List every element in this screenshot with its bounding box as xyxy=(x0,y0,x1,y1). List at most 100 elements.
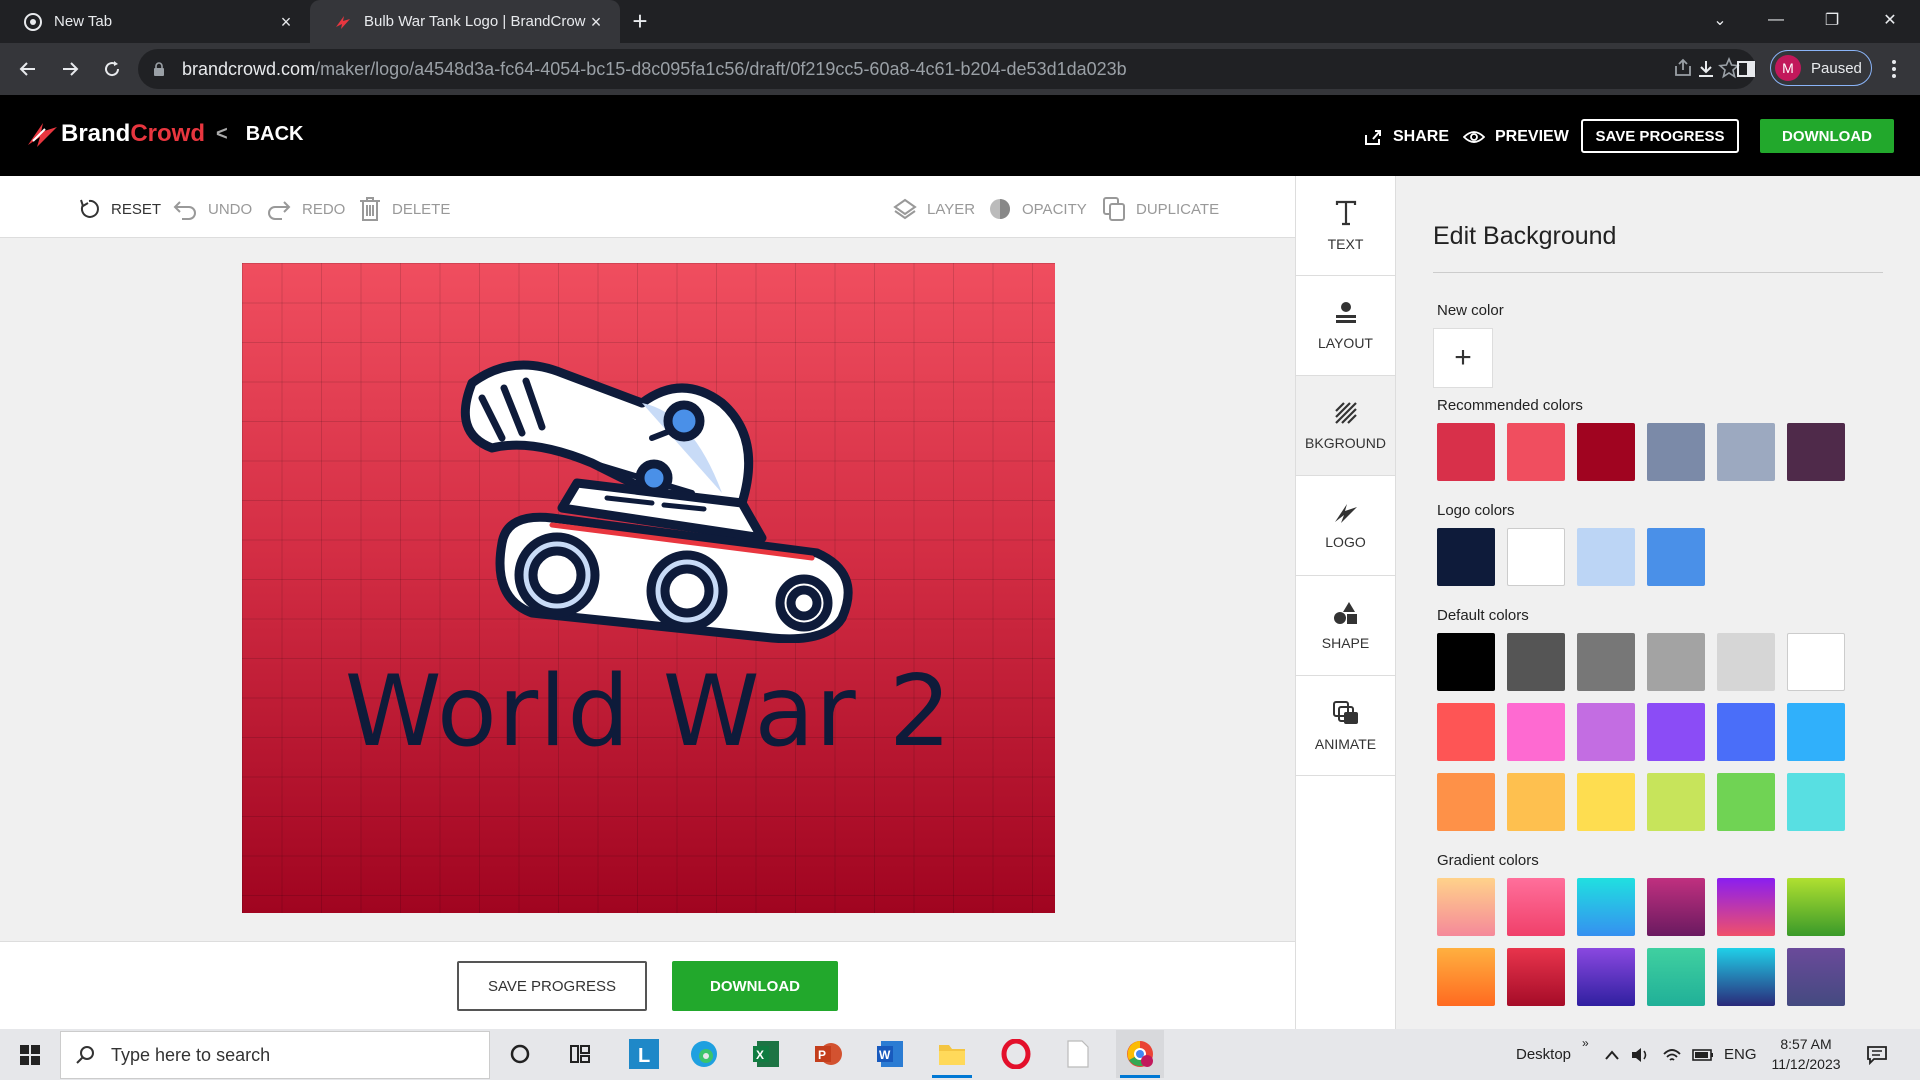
color-swatch[interactable] xyxy=(1647,633,1705,691)
excel-icon[interactable]: X xyxy=(742,1030,790,1078)
new-tab-button[interactable]: + xyxy=(620,0,660,43)
gradient-swatch[interactable] xyxy=(1507,878,1565,936)
back-nav-button[interactable] xyxy=(8,49,48,89)
restore-button[interactable]: ❐ xyxy=(1804,0,1860,40)
color-swatch[interactable] xyxy=(1507,703,1565,761)
cortana-icon[interactable] xyxy=(496,1030,544,1078)
language-indicator[interactable]: ENG xyxy=(1724,1029,1757,1080)
save-progress-bottom-button[interactable]: SAVE PROGRESS xyxy=(457,961,647,1011)
menu-kebab-icon[interactable] xyxy=(1880,55,1908,83)
gradient-swatch[interactable] xyxy=(1787,878,1845,936)
color-swatch[interactable] xyxy=(1787,423,1845,481)
color-swatch[interactable] xyxy=(1647,528,1705,586)
bulb-tank-logo-icon[interactable] xyxy=(442,343,862,643)
color-swatch[interactable] xyxy=(1437,773,1495,831)
gradient-swatch[interactable] xyxy=(1717,878,1775,936)
l-app-icon[interactable]: L xyxy=(620,1030,668,1078)
toolbar-expand-icon[interactable]: » xyxy=(1582,1017,1589,1068)
gradient-swatch[interactable] xyxy=(1647,878,1705,936)
color-swatch[interactable] xyxy=(1437,423,1495,481)
rail-item-shape[interactable]: SHAPE xyxy=(1296,576,1395,676)
gradient-swatch[interactable] xyxy=(1437,948,1495,1006)
undo-button[interactable]: UNDO xyxy=(172,194,252,224)
forward-nav-button[interactable] xyxy=(50,49,90,89)
logo-text[interactable]: World War 2 xyxy=(242,655,1055,769)
gradient-swatch[interactable] xyxy=(1577,878,1635,936)
color-swatch[interactable] xyxy=(1577,528,1635,586)
tab-search-icon[interactable]: ⌄ xyxy=(1692,0,1748,40)
start-button[interactable] xyxy=(0,1029,60,1080)
notifications-icon[interactable] xyxy=(1866,1029,1888,1080)
volume-icon[interactable] xyxy=(1630,1029,1650,1080)
rail-item-background[interactable]: BKGROUND xyxy=(1296,376,1395,476)
gradient-swatch[interactable] xyxy=(1437,878,1495,936)
color-swatch[interactable] xyxy=(1717,773,1775,831)
reset-button[interactable]: RESET xyxy=(77,194,161,224)
color-swatch[interactable] xyxy=(1717,423,1775,481)
save-progress-button[interactable]: SAVE PROGRESS xyxy=(1581,119,1739,153)
powerpoint-icon[interactable]: P xyxy=(804,1030,852,1078)
back-button[interactable]: < BACK xyxy=(216,123,303,146)
minimize-button[interactable]: — xyxy=(1748,0,1804,40)
brandcrowd-logo[interactable]: BrandCrowd xyxy=(25,119,205,149)
delete-button[interactable]: DELETE xyxy=(358,194,450,224)
opera-icon[interactable] xyxy=(992,1030,1040,1078)
color-swatch[interactable] xyxy=(1577,423,1635,481)
download-icon[interactable] xyxy=(1692,55,1720,83)
tab-brandcrowd[interactable]: Bulb War Tank Logo | BrandCrow × xyxy=(310,0,620,43)
rail-item-layout[interactable]: LAYOUT xyxy=(1296,276,1395,376)
taskbar-search[interactable]: Type here to search xyxy=(60,1031,490,1079)
preview-button[interactable]: PREVIEW xyxy=(1463,120,1569,154)
logo-artboard[interactable]: World War 2 xyxy=(242,263,1055,913)
layer-button[interactable]: LAYER xyxy=(893,194,975,224)
address-bar[interactable]: brandcrowd.com/maker/logo/a4548d3a-fc64-… xyxy=(138,49,1756,89)
edge-icon[interactable] xyxy=(680,1030,728,1078)
color-swatch[interactable] xyxy=(1717,703,1775,761)
color-swatch[interactable] xyxy=(1507,633,1565,691)
color-swatch[interactable] xyxy=(1787,703,1845,761)
tray-chevron-up-icon[interactable] xyxy=(1604,1029,1620,1080)
notepad-icon[interactable] xyxy=(1054,1030,1102,1078)
tab-new-tab[interactable]: New Tab × xyxy=(0,0,310,43)
gradient-swatch[interactable] xyxy=(1507,948,1565,1006)
color-swatch[interactable] xyxy=(1507,423,1565,481)
color-swatch[interactable] xyxy=(1787,773,1845,831)
word-icon[interactable]: W xyxy=(866,1030,914,1078)
redo-button[interactable]: REDO xyxy=(266,194,345,224)
color-swatch[interactable] xyxy=(1577,633,1635,691)
close-tab-icon[interactable]: × xyxy=(278,13,294,31)
download-button[interactable]: DOWNLOAD xyxy=(1760,119,1894,153)
rail-item-text[interactable]: TEXT xyxy=(1296,176,1395,276)
color-swatch[interactable] xyxy=(1507,773,1565,831)
opacity-button[interactable]: OPACITY xyxy=(988,194,1087,224)
color-swatch[interactable] xyxy=(1717,633,1775,691)
side-panel-icon[interactable] xyxy=(1732,55,1760,83)
wifi-icon[interactable] xyxy=(1662,1029,1682,1080)
file-explorer-icon[interactable] xyxy=(928,1030,976,1078)
taskbar-clock[interactable]: 8:57 AM 11/12/2023 xyxy=(1766,1034,1846,1074)
gradient-swatch[interactable] xyxy=(1717,948,1775,1006)
gradient-swatch[interactable] xyxy=(1577,948,1635,1006)
color-swatch[interactable] xyxy=(1577,773,1635,831)
chrome-taskbar-icon[interactable] xyxy=(1116,1030,1164,1078)
desktop-toolbar[interactable]: Desktop xyxy=(1516,1029,1571,1080)
share-button[interactable]: SHARE xyxy=(1363,120,1449,154)
rail-item-logo[interactable]: LOGO xyxy=(1296,476,1395,576)
color-swatch[interactable] xyxy=(1437,633,1495,691)
color-swatch[interactable] xyxy=(1787,633,1845,691)
profile-button[interactable]: M Paused xyxy=(1770,50,1872,86)
reload-button[interactable] xyxy=(92,49,132,89)
close-window-button[interactable]: ✕ xyxy=(1862,0,1918,40)
color-swatch[interactable] xyxy=(1507,528,1565,586)
share-page-icon[interactable] xyxy=(1672,57,1694,79)
task-view-icon[interactable] xyxy=(556,1030,604,1078)
color-swatch[interactable] xyxy=(1437,703,1495,761)
gradient-swatch[interactable] xyxy=(1647,948,1705,1006)
duplicate-button[interactable]: DUPLICATE xyxy=(1102,194,1219,224)
color-swatch[interactable] xyxy=(1647,773,1705,831)
rail-item-animate[interactable]: ANIMATE xyxy=(1296,676,1395,776)
color-swatch[interactable] xyxy=(1647,703,1705,761)
color-swatch[interactable] xyxy=(1437,528,1495,586)
color-swatch[interactable] xyxy=(1577,703,1635,761)
gradient-swatch[interactable] xyxy=(1787,948,1845,1006)
